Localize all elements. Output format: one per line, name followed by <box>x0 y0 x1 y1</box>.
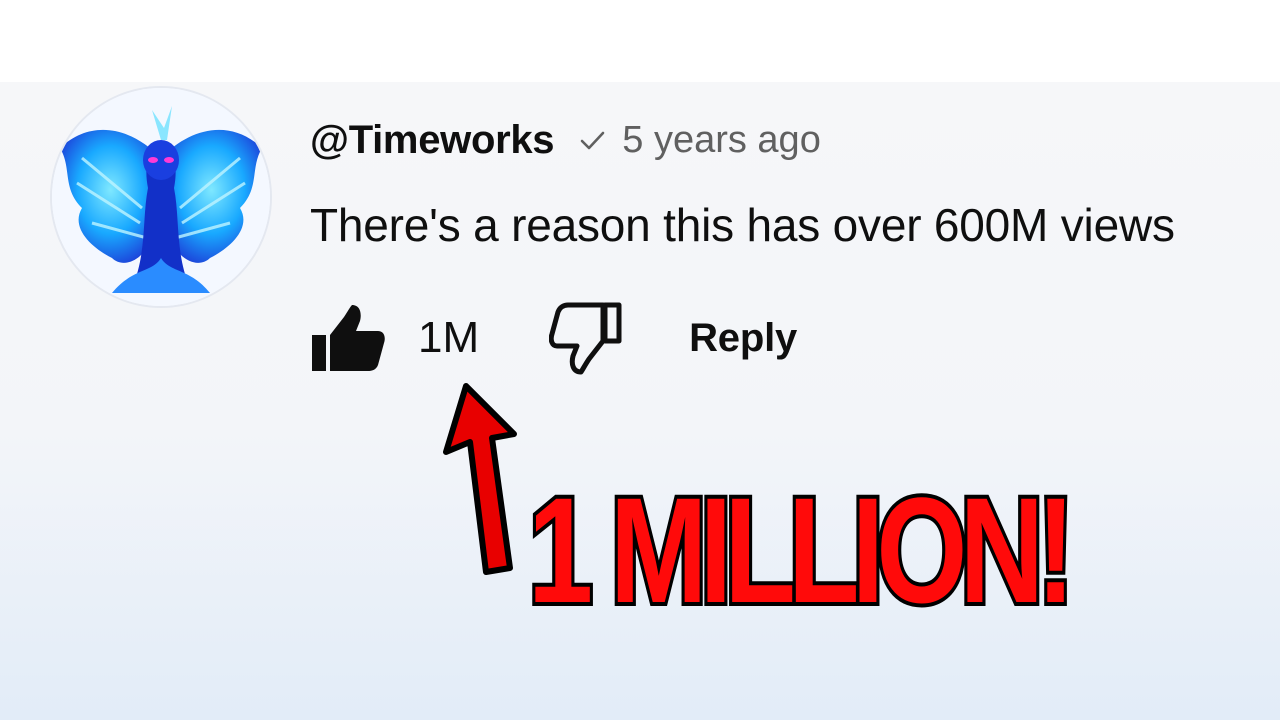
phoenix-avatar-icon <box>52 88 270 306</box>
like-count: 1M <box>418 313 480 362</box>
thumbs-up-icon <box>312 305 385 371</box>
comment-actions: 1M Reply <box>310 298 797 378</box>
comment-author[interactable]: @Timeworks <box>310 118 555 163</box>
thumbs-down-icon <box>549 302 622 375</box>
comment-text: There's a reason this has over 600M view… <box>310 199 1175 251</box>
red-arrow-icon <box>443 383 517 575</box>
top-spacer <box>0 0 1280 82</box>
dislike-button[interactable] <box>549 300 627 376</box>
comment-header: @Timeworks 5 years ago <box>310 112 821 168</box>
reply-button[interactable]: Reply <box>689 316 797 361</box>
comment-timestamp[interactable]: 5 years ago <box>622 119 821 162</box>
checkmark-icon <box>576 124 608 156</box>
like-button[interactable] <box>310 302 392 374</box>
avatar[interactable] <box>52 88 270 306</box>
callout-text: 1 MILLION! <box>525 466 1078 634</box>
